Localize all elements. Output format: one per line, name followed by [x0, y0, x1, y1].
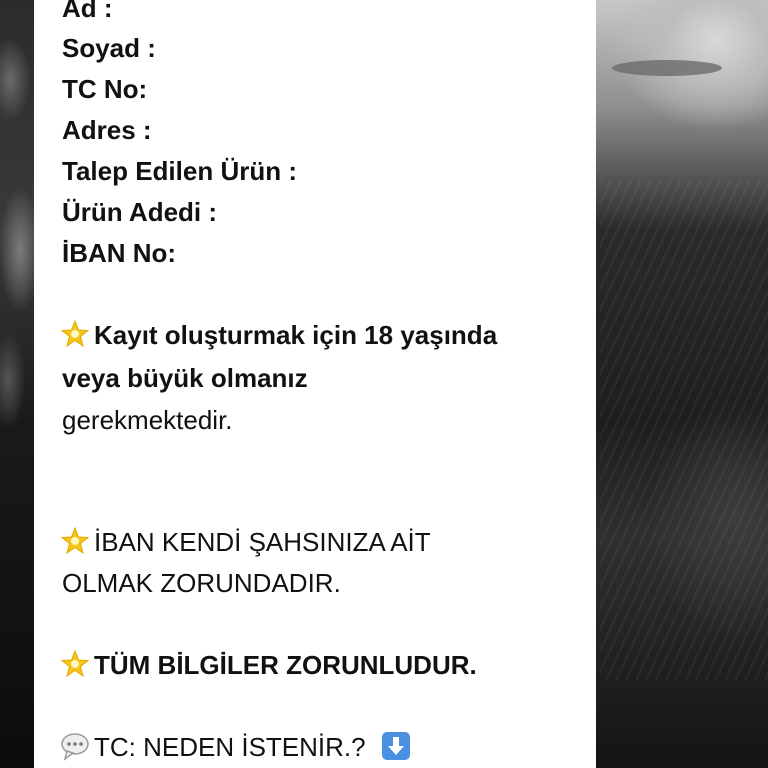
background-photo-left	[0, 0, 34, 768]
age-note-line-2: veya büyük olmanız	[62, 363, 308, 393]
iban-note-line-2: OLMAK ZORUNDADIR.	[62, 568, 341, 598]
age-note-line-1: Kayıt oluşturmak için 18 yaşında	[60, 315, 497, 355]
tc-question-text: TC: NEDEN İSTENİR.?	[94, 732, 366, 762]
iban-note-line-1: İBAN KENDİ ŞAHSINIZA AİT	[60, 522, 431, 562]
field-talep-edilen-urun: Talep Edilen Ürün :	[62, 156, 297, 186]
glowing-star-icon	[60, 649, 90, 679]
required-note-text: TÜM BİLGİLER ZORUNLUDUR.	[94, 650, 477, 680]
field-ad: Ad :	[62, 0, 113, 23]
background-photo-hair	[600, 180, 768, 680]
iban-note-text-1: İBAN KENDİ ŞAHSINIZA AİT	[94, 527, 431, 557]
speech-bubble-icon	[60, 731, 90, 761]
field-tc-no: TC No:	[62, 74, 148, 104]
background-photo-detail	[612, 60, 722, 76]
field-soyad: Soyad :	[62, 33, 156, 63]
down-arrow-icon	[381, 731, 411, 761]
required-note: TÜM BİLGİLER ZORUNLUDUR.	[60, 645, 477, 685]
tc-question: TC: NEDEN İSTENİR.?	[60, 727, 415, 767]
glowing-star-icon	[60, 319, 90, 349]
age-note-text-1: Kayıt oluşturmak için 18 yaşında	[94, 320, 498, 350]
age-note-line-3: gerekmektedir.	[62, 405, 233, 435]
field-urun-adedi: Ürün Adedi :	[62, 197, 218, 227]
field-iban-no: İBAN No:	[62, 238, 177, 268]
glowing-star-icon	[60, 526, 90, 556]
field-adres: Adres :	[62, 115, 152, 145]
message-panel: Ad : Soyad : TC No: Adres : Talep Edilen…	[34, 0, 596, 768]
